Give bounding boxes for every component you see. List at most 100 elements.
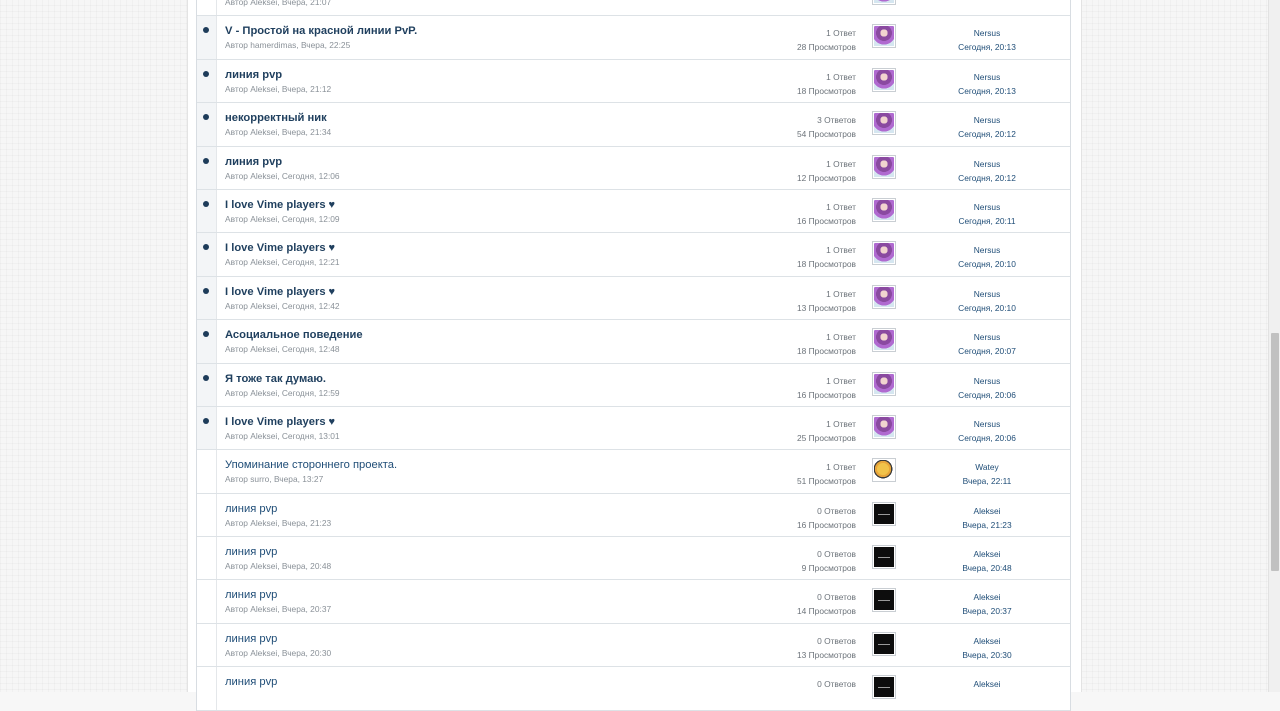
avatar-image [874,547,894,568]
views-count: 54 Просмотров [797,129,856,140]
thread-row: линия pvp Автор Aleksei, Вчера, 20:48 0 От… [197,537,1070,581]
last-post-date-link[interactable]: Вчера, 20:30 [932,648,1042,662]
last-post-date-link[interactable]: Сегодня, 20:13 [932,40,1042,54]
last-poster-avatar[interactable] [872,588,896,613]
last-post-date-link[interactable]: Сегодня, 20:11 [932,214,1042,228]
read-status-cell[interactable] [197,233,217,276]
thread-author-meta: Автор hamerdimas, Вчера, 22:25 [225,40,351,51]
last-post-user-link[interactable]: Nersus [932,26,1042,40]
read-status-cell[interactable] [197,59,217,103]
thread-title-link[interactable]: I love Vime players ♥ [225,199,335,211]
last-poster-avatar[interactable] [872,501,896,526]
thread-title-link[interactable]: линия pvp [225,589,277,601]
last-poster-avatar[interactable] [872,631,896,656]
last-poster-avatar[interactable] [872,241,896,266]
last-poster-avatar[interactable] [872,328,896,353]
thread-title-link[interactable]: линия pvp [225,156,282,168]
thread-title-link[interactable]: Асоциальное поведение [225,329,363,341]
last-poster-avatar[interactable] [872,154,896,179]
read-status-cell[interactable] [197,146,217,189]
thread-title-link[interactable]: линия pvp [225,633,277,645]
read-status-cell[interactable] [197,667,217,710]
last-poster-avatar[interactable] [872,675,896,700]
read-status-cell[interactable] [197,450,217,493]
thread-title-link[interactable]: Я тоже так думаю. [225,373,326,385]
thread-stats: 1 Ответ 25 Просмотров [797,417,856,445]
read-status-cell[interactable] [197,0,217,16]
thread-title-link[interactable]: линия pvp [225,676,277,688]
read-status-cell[interactable] [197,406,217,450]
last-post-user-link[interactable]: Aleksei [932,547,1042,561]
thread-author-meta: Автор Aleksei, Сегодня, 12:48 [225,344,340,355]
thread-title-link[interactable]: I love Vime players ♥ [225,242,335,254]
last-post-user-link[interactable]: Nersus [932,113,1042,127]
last-poster-avatar[interactable] [872,545,896,570]
thread-title-link[interactable]: I love Vime players ♥ [225,286,335,298]
last-post-date-link[interactable]: Сегодня, 20:12 [932,171,1042,185]
read-status-cell[interactable] [197,623,217,667]
last-post-date-link[interactable]: Вчера, 21:23 [932,518,1042,532]
last-poster-avatar[interactable] [872,414,896,439]
read-status-cell[interactable] [197,276,217,320]
thread-title-link[interactable]: I love Vime players ♥ [225,416,335,428]
read-status-cell[interactable] [197,103,217,146]
last-post-date-link[interactable]: Сегодня, 20:10 [932,257,1042,271]
last-post-user-link[interactable]: Nersus [932,157,1042,171]
last-post-user-link[interactable]: Aleksei [932,634,1042,648]
thread-title-link[interactable]: линия pvp [225,503,277,515]
last-post-date-link[interactable]: Вчера, 22:11 [932,474,1042,488]
last-post-user-link[interactable]: Aleksei [932,504,1042,518]
avatar-image [874,590,894,611]
last-post-user-link[interactable]: Nersus [932,287,1042,301]
read-status-cell[interactable] [197,16,217,59]
last-post-user-link[interactable]: Watey [932,460,1042,474]
thread-title-link[interactable]: V - Простой на красной линии PvP. [225,25,417,37]
read-status-cell[interactable] [197,189,217,233]
replies-count: 1 Ответ [826,201,856,212]
thread-title-link[interactable]: линия pvp [225,546,277,558]
read-status-cell[interactable] [197,537,217,580]
views-count: 13 Просмотров [797,302,856,313]
avatar-image [874,330,894,351]
thread-author-meta: Автор Aleksei, Сегодня, 12:06 [225,170,340,181]
last-post-date-link[interactable]: Вчера, 20:37 [932,604,1042,618]
thread-title-text: линия pvp [225,68,283,81]
last-post-info: Nersus Сегодня, 20:12 [932,157,1042,185]
last-post-date-link[interactable]: Сегодня, 20:10 [932,301,1042,315]
last-poster-avatar[interactable] [872,197,896,222]
last-post-info: Nersus Сегодня, 20:10 [932,287,1042,315]
last-post-user-link[interactable]: Nersus [932,374,1042,388]
read-status-cell[interactable] [197,320,217,363]
page-scrollbar[interactable] [1268,0,1280,692]
last-post-date-link[interactable]: Вчера, 20:48 [932,561,1042,575]
read-status-cell[interactable] [197,493,217,537]
last-poster-avatar[interactable] [872,284,896,309]
last-poster-avatar[interactable] [872,458,896,483]
last-poster-avatar[interactable] [872,24,896,49]
thread-title-link[interactable]: Упоминание стороннего проекта. [225,459,397,471]
last-post-date-link[interactable]: Сегодня, 20:07 [932,344,1042,358]
last-post-date-link[interactable]: Сегодня, 20:06 [932,388,1042,402]
last-post-date-link[interactable]: Сегодня, 20:12 [932,127,1042,141]
last-post-date-link[interactable]: Сегодня, 20:13 [932,84,1042,98]
read-status-cell[interactable] [197,580,217,623]
thread-title-link[interactable]: линия pvp [225,69,282,81]
last-post-user-link[interactable]: Nersus [932,70,1042,84]
last-post-user-link[interactable]: Nersus [932,330,1042,344]
thread-row: линия pvp Автор Aleksei, Вчера, 21:23 0 От… [197,493,1070,538]
thread-title-link[interactable]: некорректный ник [225,112,327,124]
last-post-user-link[interactable]: Aleksei [932,590,1042,604]
last-post-user-link[interactable]: Nersus [932,200,1042,214]
thread-stats: 1 Ответ 13 Просмотров [797,287,856,315]
last-post-user-link[interactable]: Aleksei [932,677,1042,691]
last-post-user-link[interactable]: Nersus [932,243,1042,257]
last-poster-avatar[interactable] [872,371,896,396]
last-poster-avatar[interactable] [872,67,896,92]
read-status-cell[interactable] [197,363,217,406]
last-poster-avatar[interactable] [872,0,896,5]
scrollbar-thumb[interactable] [1271,333,1279,571]
unread-dot-icon [203,114,209,121]
last-poster-avatar[interactable] [872,111,896,136]
last-post-user-link[interactable]: Nersus [932,417,1042,431]
last-post-date-link[interactable]: Сегодня, 20:06 [932,431,1042,445]
